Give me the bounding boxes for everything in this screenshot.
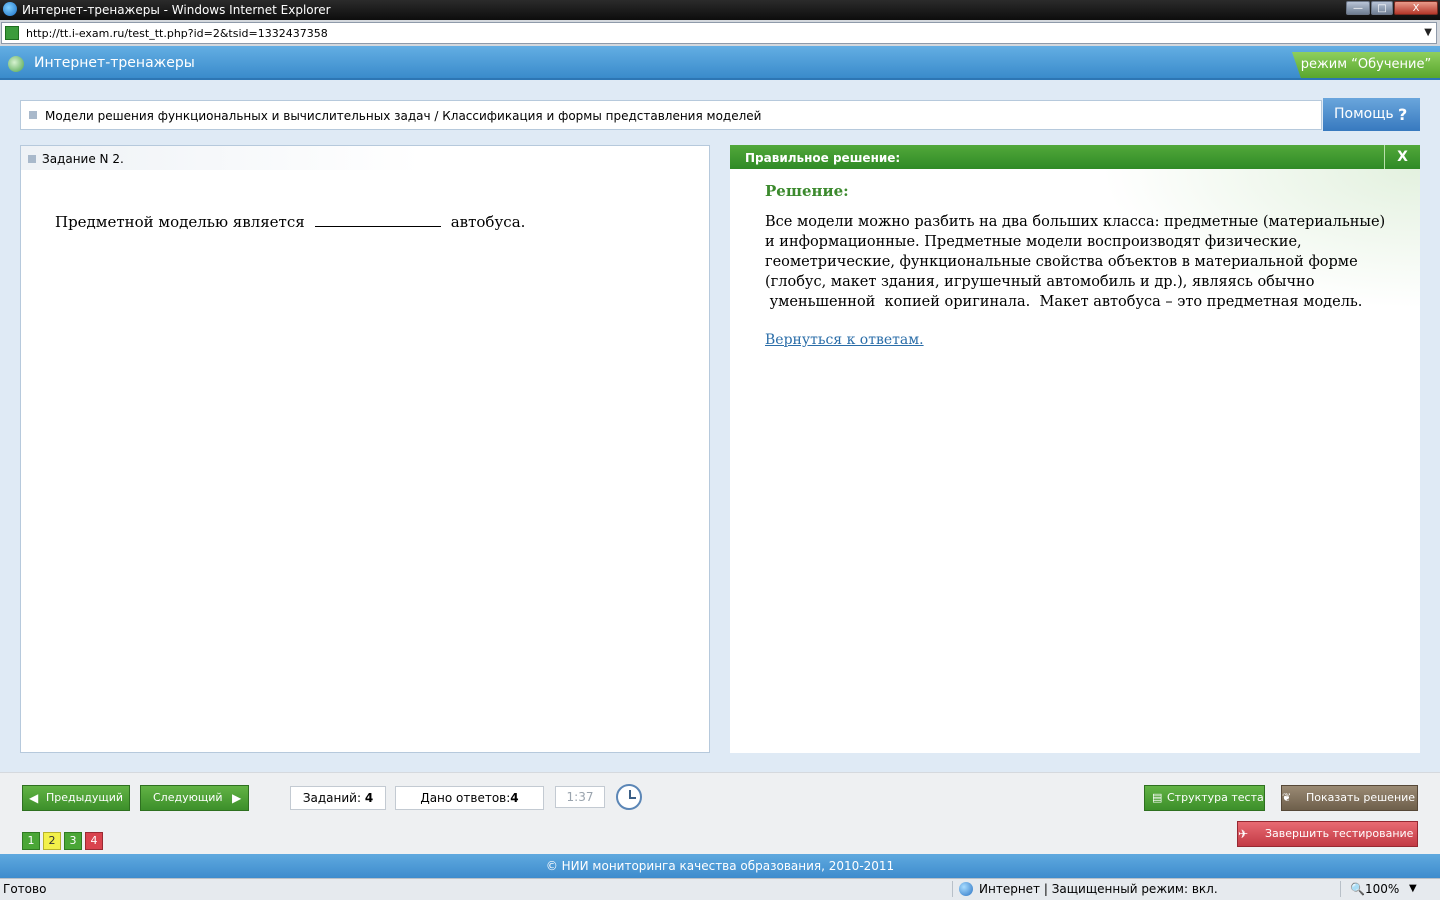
solution-title: Решение: (765, 182, 849, 200)
solution-panel: Правильное решение: X Решение: Все модел… (730, 145, 1420, 753)
chevron-down-icon[interactable]: ▼ (1409, 879, 1417, 899)
app-header: Интернет-тренажеры режим “Обучение” (0, 46, 1440, 80)
zoom-icon[interactable]: 🔍 (1350, 879, 1365, 899)
status-separator (952, 881, 953, 897)
answer-blank (314, 210, 441, 227)
address-bar: http://tt.i-exam.ru/test_tt.php?id=2&tsi… (0, 20, 1440, 46)
list-icon: ▤ (1152, 791, 1163, 804)
question-icon: ? (1398, 105, 1408, 124)
page-button-2[interactable]: 2 (43, 832, 61, 850)
solution-line: геометрические, функциональные свойства … (765, 254, 1358, 270)
answers-count-box: Дано ответов:4 (395, 786, 544, 810)
solution-line: и информационные. Предметные модели восп… (765, 234, 1302, 250)
status-separator (1340, 881, 1341, 897)
solution-line: Все модели можно разбить на два больших … (765, 214, 1386, 230)
next-label: Следующий (153, 791, 223, 804)
restore-button[interactable]: □ (1371, 1, 1393, 15)
mode-badge: режим “Обучение” (1292, 52, 1440, 78)
chevron-down-icon[interactable]: ▼ (1424, 27, 1432, 39)
ie-browser-icon (3, 2, 17, 16)
prev-label: Предыдущий (46, 791, 124, 804)
task-header: Задание N 2. (21, 146, 421, 170)
finish-test-button[interactable]: ✈ Завершить тестирование (1237, 821, 1418, 847)
window-title: Интернет-тренажеры - Windows Internet Ex… (22, 3, 331, 17)
prev-button[interactable]: ◀ Предыдущий (22, 785, 130, 811)
security-zone: Интернет | Защищенный режим: вкл. (979, 882, 1218, 896)
test-structure-label: Структура теста (1167, 791, 1264, 804)
footer-copyright: © НИИ мониторинга качества образования, … (0, 854, 1440, 878)
solution-header: Правильное решение: X (730, 145, 1420, 169)
tasks-count: 4 (364, 791, 374, 805)
task-text-after: автобуса. (450, 213, 526, 231)
task-text: Предметной моделью является автобуса. (55, 210, 525, 232)
task-text-before: Предметной моделью является (55, 213, 305, 231)
solution-line: уменьшенной копией оригинала. Макет авто… (765, 294, 1363, 310)
app-title: Интернет-тренажеры (34, 55, 195, 71)
url-field[interactable]: http://tt.i-exam.ru/test_tt.php?id=2&tsi… (1, 22, 1437, 44)
solution-header-title: Правильное решение: (745, 151, 901, 165)
globe-icon (959, 882, 973, 896)
test-structure-button[interactable]: ▤ Структура теста (1144, 785, 1265, 811)
app-logo-icon (8, 56, 24, 72)
page-button-4[interactable]: 4 (85, 832, 103, 850)
runner-icon: ✈ (1238, 827, 1249, 841)
tasks-label: Заданий: (302, 791, 361, 805)
site-favicon-icon (5, 26, 19, 40)
arrow-right-icon: ▶ (232, 791, 242, 805)
bullet-square-icon (29, 111, 37, 119)
show-solution-button[interactable]: ❦ Показать решение (1281, 785, 1418, 811)
answers-label: Дано ответов: (420, 791, 511, 805)
page-button-1[interactable]: 1 (22, 832, 40, 850)
url-text: http://tt.i-exam.ru/test_tt.php?id=2&tsi… (26, 27, 328, 40)
browser-status-bar: Готово Интернет | Защищенный режим: вкл.… (0, 878, 1440, 900)
window-title-bar: Интернет-тренажеры - Windows Internet Ex… (0, 0, 1440, 20)
back-to-answers-link[interactable]: Вернуться к ответам. (765, 331, 924, 349)
solution-line: (глобус, макет здания, игрушечный автомо… (765, 274, 1315, 290)
bullet-square-icon (28, 155, 36, 163)
show-solution-label: Показать решение (1306, 791, 1416, 804)
next-button[interactable]: Следующий ▶ (140, 785, 249, 811)
help-button[interactable]: Помощь ? (1323, 98, 1420, 131)
zoom-level[interactable]: 100% (1365, 879, 1399, 899)
answers-count: 4 (510, 791, 519, 805)
page-button-3[interactable]: 3 (64, 832, 82, 850)
task-number: Задание N 2. (42, 152, 124, 166)
solution-text: Все модели можно разбить на два больших … (765, 212, 1395, 312)
timer: 1:37 (555, 786, 605, 808)
close-window-button[interactable]: X (1394, 1, 1438, 15)
book-icon: ❦ (1282, 791, 1292, 804)
tasks-count-box: Заданий: 4 (290, 786, 386, 810)
minimize-button[interactable]: — (1346, 1, 1370, 15)
task-panel: Задание N 2. Предметной моделью является… (20, 145, 710, 753)
breadcrumb: Модели решения функциональных и вычислит… (20, 100, 1322, 130)
close-solution-button[interactable]: X (1384, 145, 1420, 169)
finish-test-label: Завершить тестирование (1265, 827, 1414, 840)
arrow-left-icon: ◀ (29, 791, 39, 805)
status-ready: Готово (3, 882, 47, 896)
breadcrumb-text: Модели решения функциональных и вычислит… (45, 109, 762, 123)
clock-icon (616, 784, 642, 810)
help-label: Помощь (1334, 106, 1394, 122)
